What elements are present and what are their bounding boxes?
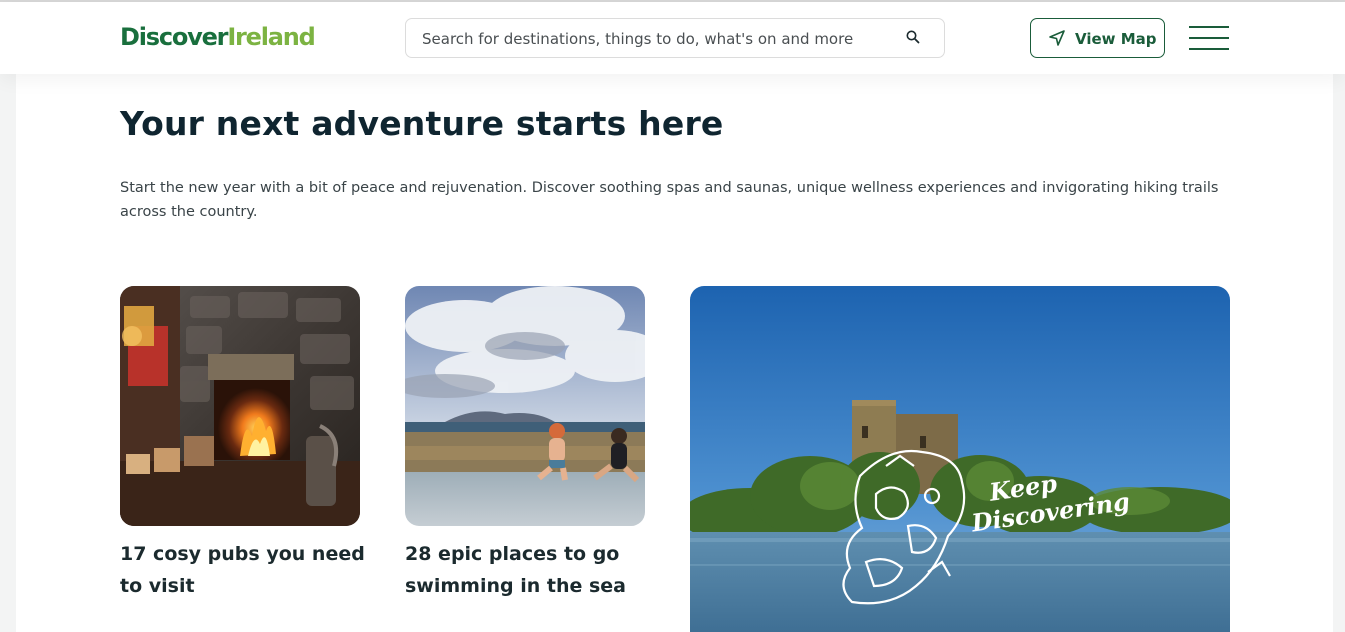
card-title[interactable]: 28 epic places to go swimming in the sea [405,538,655,602]
card-title[interactable]: 17 cosy pubs you need to visit [120,538,370,602]
sea-swimming-image[interactable] [405,286,645,526]
site-header: DiscoverIreland Search for destinations,… [0,2,1345,74]
view-map-label: View Map [1075,30,1157,48]
navigation-arrow-icon [1049,30,1065,46]
pub-fireplace-image[interactable] [120,286,360,526]
search-icon[interactable] [905,29,921,45]
hamburger-menu-icon[interactable] [1189,26,1229,50]
search-bar[interactable]: Search for destinations, things to do, w… [405,18,945,58]
left-gutter [0,74,16,632]
logo-part1: Discover [120,23,229,51]
page-title: Your next adventure starts here [120,104,724,143]
view-map-button[interactable]: View Map [1030,18,1165,58]
right-gutter [1333,74,1345,632]
keep-discovering-feature[interactable] [690,286,1230,632]
page-description: Start the new year with a bit of peace a… [120,180,1219,220]
discover-ireland-logo[interactable]: DiscoverIreland [120,23,316,51]
search-input[interactable]: Search for destinations, things to do, w… [422,30,853,48]
logo-part2: Ireland [227,23,316,51]
